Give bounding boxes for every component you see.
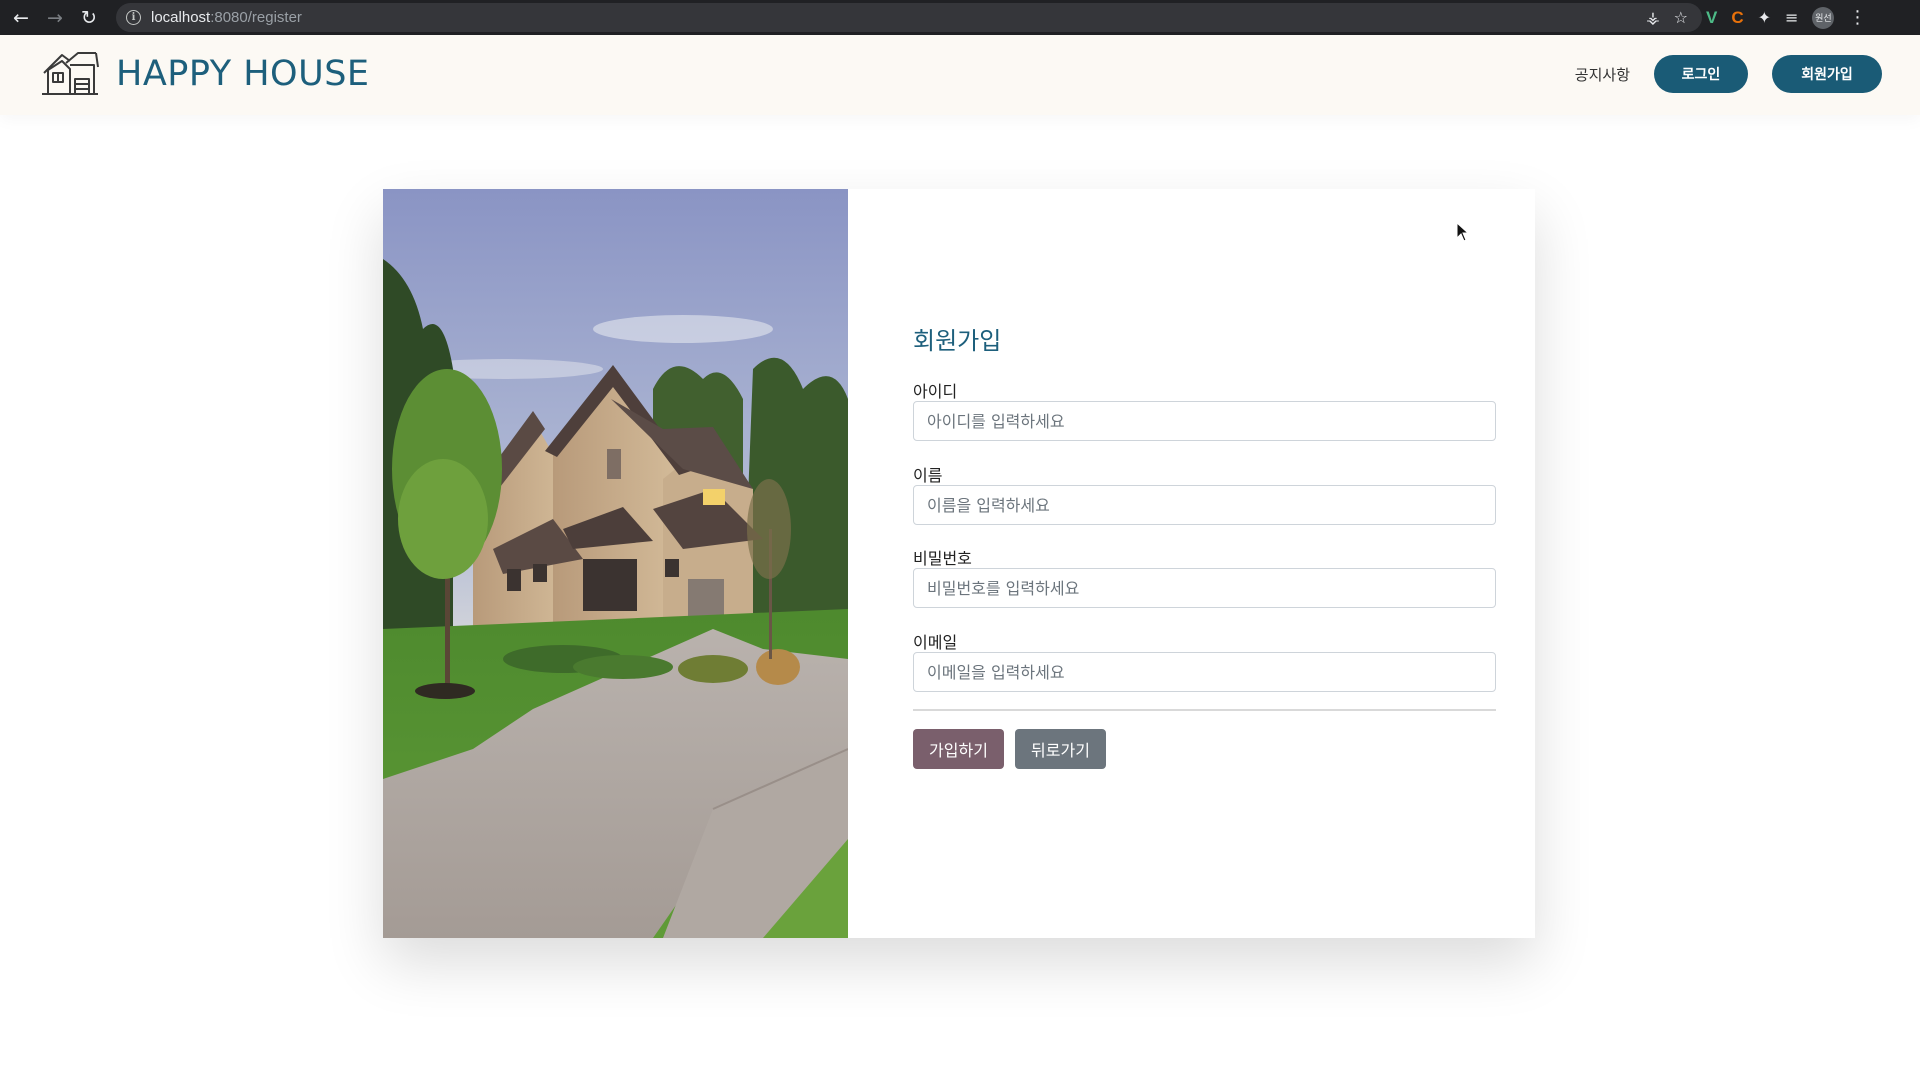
house-photo [383,189,848,938]
url-host: localhost [151,9,211,26]
userid-label: 아이디 [913,382,958,401]
url-path: :8080/register [210,9,302,26]
register-button[interactable]: 회원가입 [1772,55,1882,93]
brand-title: HAPPY HOUSE [116,54,370,94]
extension-c-icon[interactable]: C [1731,8,1743,28]
email-input[interactable] [913,652,1496,692]
register-card: 회원가입 아이디 이름 비밀번호 이메일 가입하기 뒤로가기 [383,189,1535,938]
header-nav: 공지사항 로그인 회원가입 [1575,55,1882,93]
email-label: 이메일 [913,633,958,652]
password-label: 비밀번호 [913,549,972,568]
profile-avatar[interactable]: 원선 [1812,6,1835,29]
reload-icon[interactable]: ↻ [72,0,106,35]
forward-arrow-icon[interactable]: → [38,0,72,35]
login-button[interactable]: 로그인 [1654,55,1748,93]
address-bar[interactable]: i localhost:8080/register ⚶ ☆ [116,3,1702,32]
back-arrow-icon[interactable]: ← [4,0,38,35]
site-header: HAPPY HOUSE 공지사항 로그인 회원가입 [0,35,1920,115]
browser-toolbar: ← → ↻ i localhost:8080/register ⚶ ☆ V C … [0,0,1920,35]
nav-notice-link[interactable]: 공지사항 [1575,64,1630,85]
register-form: 회원가입 아이디 이름 비밀번호 이메일 가입하기 뒤로가기 [848,189,1535,938]
form-divider [913,709,1496,711]
puzzle-icon[interactable]: ✦ [1758,8,1771,27]
info-icon[interactable]: i [126,10,141,25]
name-input[interactable] [913,485,1496,525]
house-logo-icon [42,52,99,95]
form-title: 회원가입 [913,327,1002,355]
star-icon[interactable]: ☆ [1674,8,1688,27]
back-button[interactable]: 뒤로가기 [1015,729,1106,769]
media-queue-icon[interactable]: ≡ [1785,8,1798,27]
submit-register-button[interactable]: 가입하기 [913,729,1004,769]
url-text[interactable]: localhost:8080/register [151,9,302,26]
password-input[interactable] [913,568,1496,608]
house-illustration [383,189,848,938]
name-label: 이름 [913,466,943,485]
userid-input[interactable] [913,401,1496,441]
vue-devtools-icon[interactable]: V [1706,8,1717,28]
mouse-cursor-icon [1456,222,1470,242]
menu-kebab-icon[interactable]: ⋮ [1848,7,1866,28]
key-icon[interactable]: ⚶ [1646,8,1660,27]
brand[interactable]: HAPPY HOUSE [40,49,370,99]
